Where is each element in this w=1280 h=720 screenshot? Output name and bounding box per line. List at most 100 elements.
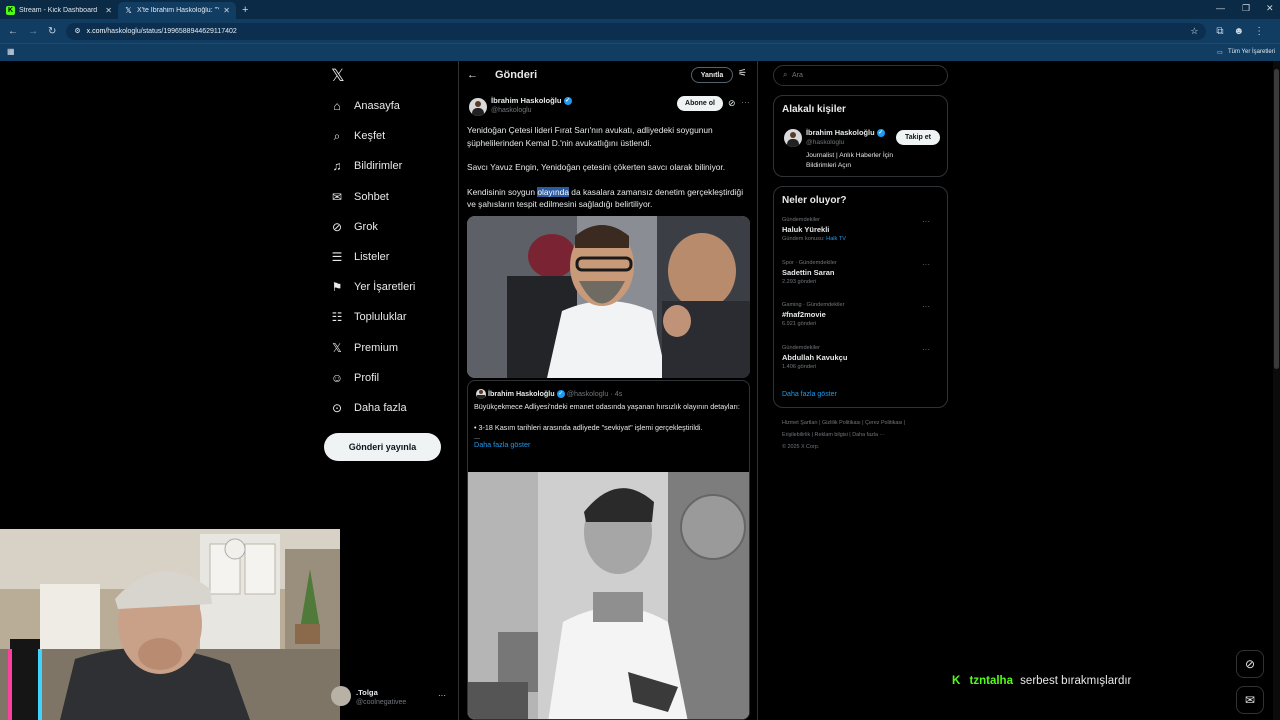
x-icon: 𝕏 — [125, 6, 132, 15]
browser-tab-kick[interactable]: K Stream - Kick Dashboard ✕ — [0, 2, 118, 19]
quote-text-line: • 3-18 Kasım tarihleri arasında adliyede… — [474, 422, 703, 432]
menu-icon[interactable]: ⋮ — [1254, 26, 1264, 37]
relevant-name-row[interactable]: İbrahim Haskoloğlu ✓ — [806, 128, 885, 138]
scrollbar[interactable] — [1273, 61, 1280, 720]
kick-icon: K — [6, 6, 15, 15]
nav-item-grok[interactable]: ⊘ Grok — [330, 217, 378, 237]
trend-category: Gündemdekiler — [782, 217, 820, 223]
settings-sliders-icon[interactable]: ⚟ — [738, 68, 747, 79]
nav-item-bell[interactable]: ♫ Bildirimler — [330, 156, 403, 176]
close-icon[interactable]: ✕ — [105, 6, 112, 15]
all-bookmarks-link[interactable]: Tüm Yer İşaretleri — [1228, 49, 1275, 55]
post-photo-graphic — [467, 216, 750, 378]
trend-meta: Gündem konusu: Halk TV — [782, 236, 846, 242]
url-field[interactable]: ⚙ x.com/haskologlu/status/19965889446291… — [66, 22, 1207, 40]
minimize-icon[interactable]: — — [1216, 3, 1225, 13]
trends-card: Neler oluyor? Gündemdekiler Haluk Yürekli… — [773, 186, 948, 408]
chat-message: serbest bırakmışlardır — [1020, 675, 1132, 687]
grok-floating-button[interactable]: ⊘ — [1236, 650, 1264, 678]
scrollbar-thumb[interactable] — [1274, 69, 1279, 369]
x-logo-icon[interactable]: 𝕏 — [331, 66, 345, 86]
tab-title: Stream - Kick Dashboard — [19, 7, 98, 14]
grok-icon: ⊘ — [331, 219, 343, 234]
follow-button[interactable]: Takip et — [896, 130, 940, 145]
account-avatar[interactable] — [331, 686, 351, 706]
more-circle-icon: ⊙ — [331, 401, 343, 415]
trend-item[interactable]: Gaming · Gündemdekiler #fnaf2movie 6.921 g… — [782, 302, 940, 327]
subscribe-button[interactable]: Abone ol — [677, 96, 723, 111]
profile-icon[interactable]: ☻ — [1234, 26, 1245, 37]
nav-item-list[interactable]: ☰ Listeler — [330, 247, 390, 267]
back-icon[interactable]: ← — [8, 26, 18, 37]
account-handle[interactable]: @coolnegativee — [356, 699, 406, 706]
post-column: ← Gönderi Yanıtla ⚟ İbrahim Haskoloğlu ✓… — [458, 61, 758, 720]
nav-item-label: Daha fazla — [354, 402, 407, 414]
new-tab-icon[interactable]: + — [242, 4, 248, 16]
mail-icon: ✉ — [1244, 693, 1256, 707]
bookmark-star-icon[interactable]: ☆ — [1190, 26, 1198, 37]
more-options-icon[interactable]: ··· — [922, 302, 930, 311]
post-photo[interactable] — [467, 216, 750, 378]
author-name[interactable]: İbrahim Haskoloğlu — [491, 96, 561, 105]
extensions-icon[interactable]: ⧉ — [1216, 26, 1223, 37]
address-bar-row: ← → ↻ ⚙ x.com/haskologlu/status/19965889… — [0, 19, 1280, 43]
search-icon: ⌕ — [783, 70, 788, 79]
grok-icon[interactable]: ⊘ — [728, 98, 736, 109]
more-options-icon[interactable]: ··· — [741, 97, 750, 107]
footer-line[interactable]: Erişilebilirlik | Reklam bilgisi | Daha … — [782, 429, 948, 441]
quote-author-avatar — [476, 389, 486, 399]
trend-meta: 2.293 gönderi — [782, 278, 817, 285]
site-info-icon[interactable]: ⚙ — [74, 27, 80, 35]
account-name[interactable]: .Tolga — [356, 688, 378, 697]
window-close-icon[interactable]: ✕ — [1266, 3, 1274, 14]
more-options-icon[interactable]: ··· — [922, 217, 930, 226]
nav-item-profile[interactable]: ☺ Profil — [330, 368, 379, 388]
footer-line[interactable]: Hizmet Şartları | Gizlilik Politikası | … — [782, 417, 948, 429]
nav-item-more-circle[interactable]: ⊙ Daha fazla — [330, 398, 407, 418]
browser-tab-x[interactable]: 𝕏 X'te İbrahim Haskoloğlu: "Yeni ✕ — [118, 2, 236, 19]
trends-show-more-link[interactable]: Daha fazla göster — [782, 391, 837, 398]
quote-text-line: Büyükçekmece Adliyesi'ndeki emanet odası… — [474, 402, 740, 411]
webcam-feed-graphic — [0, 529, 340, 720]
close-icon[interactable]: ✕ — [223, 6, 230, 15]
author-handle[interactable]: @haskologlu — [491, 107, 532, 114]
url-path: /haskologlu/status/1996588944629117402 — [105, 27, 237, 35]
quote-show-more-link[interactable]: Daha fazla göster — [474, 440, 746, 451]
grok-icon: ⊘ — [1244, 657, 1256, 671]
trend-item[interactable]: Gündemdekiler Abdullah Kavukçu 1.406 gönde… — [782, 345, 940, 370]
verified-badge-icon: ✓ — [556, 390, 565, 399]
post-button[interactable]: Gönderi yayınla — [324, 433, 441, 461]
back-arrow-icon[interactable]: ← — [467, 69, 478, 81]
reload-icon[interactable]: ↻ — [48, 26, 56, 37]
quote-photo[interactable] — [468, 472, 749, 719]
trend-category: Spor · Gündemdekiler — [782, 259, 837, 266]
nav-item-search[interactable]: ⌕ Keşfet — [330, 126, 386, 146]
relevant-avatar[interactable] — [784, 129, 802, 147]
nav-item-mail[interactable]: ✉ Sohbet — [330, 187, 389, 207]
reply-button[interactable]: Yanıtla — [691, 67, 733, 83]
trend-item[interactable]: Spor · Gündemdekiler Sadettin Saran 2.293 … — [782, 260, 940, 285]
nav-item-label: Topluluklar — [354, 311, 407, 324]
messages-floating-button[interactable]: ✉ — [1236, 686, 1264, 714]
maximize-icon[interactable]: ❐ — [1242, 3, 1250, 14]
more-options-icon[interactable]: ··· — [922, 260, 930, 269]
apps-icon[interactable]: ▦ — [7, 47, 15, 56]
relevant-name[interactable]: İbrahim Haskoloğlu — [806, 128, 875, 137]
forward-icon[interactable]: → — [28, 26, 38, 37]
trend-meta: 6.921 gönderi — [782, 321, 817, 327]
trend-item[interactable]: Gündemdekiler Haluk Yürekli Gündem konusu:… — [782, 217, 940, 242]
nav-item-home[interactable]: ⌂ Anasayfa — [330, 96, 400, 116]
nav-item-communities[interactable]: ☷ Topluluklar — [330, 307, 407, 327]
author-name-row[interactable]: İbrahim Haskoloğlu ✓ — [491, 96, 572, 105]
footer-links: Hizmet Şartları | Gizlilik Politikası | … — [782, 417, 948, 453]
more-options-icon[interactable]: ··· — [922, 345, 930, 354]
nav-item-x[interactable]: 𝕏 Premium — [330, 338, 398, 358]
nav-item-label: Premium — [354, 341, 399, 354]
account-menu-icon[interactable]: ··· — [438, 691, 446, 700]
author-avatar[interactable] — [469, 98, 487, 116]
trend-meta-link[interactable]: Halk TV — [826, 236, 846, 242]
nav-item-bookmark[interactable]: ⚑ Yer İşaretleri — [330, 277, 416, 297]
search-field[interactable]: ⌕ Ara — [773, 65, 948, 86]
quoted-post[interactable]: İbrahim Haskoloğlu ✓ @haskologlu · 4s Bü… — [467, 380, 750, 720]
relevant-handle[interactable]: @haskologlu — [806, 139, 844, 146]
